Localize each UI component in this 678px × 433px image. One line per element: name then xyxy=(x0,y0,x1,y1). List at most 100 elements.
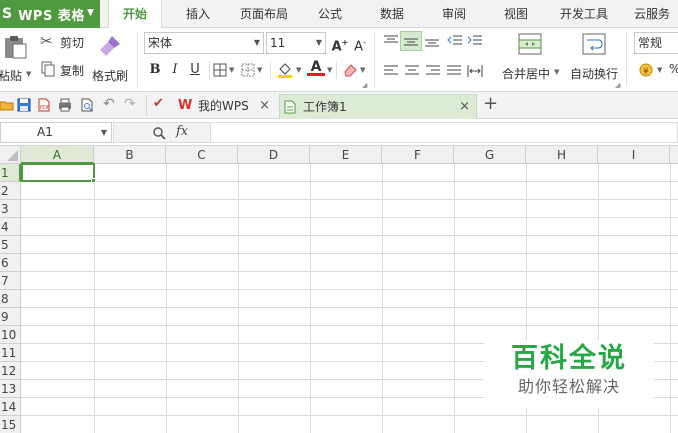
chevron-down-icon[interactable]: ▼ xyxy=(257,66,262,74)
merge-center-button[interactable]: 合并居中 ▼ xyxy=(498,30,562,88)
chevron-down-icon[interactable]: ▼ xyxy=(296,66,301,74)
formula-input[interactable] xyxy=(211,122,678,143)
row-header-13[interactable]: 13 xyxy=(0,380,21,398)
row-header-1[interactable]: 1 xyxy=(0,164,21,182)
tab-formulas[interactable]: 公式 xyxy=(306,0,354,28)
column-header-h[interactable]: H xyxy=(526,146,598,164)
justify-icon[interactable] xyxy=(446,64,462,78)
doc-tab-workbook1[interactable]: 工作簿1 × xyxy=(279,94,477,119)
chevron-down-icon[interactable]: ▼ xyxy=(229,66,234,74)
redo-icon[interactable]: ↷ xyxy=(124,96,136,112)
align-top-icon[interactable] xyxy=(383,34,399,48)
decrease-indent-icon[interactable] xyxy=(447,34,463,48)
currency-icon[interactable]: ¥ xyxy=(637,62,655,78)
undo-icon[interactable]: ↶ xyxy=(103,96,115,112)
font-size-select[interactable]: 11 ▼ xyxy=(266,32,326,54)
watermark-subtitle: 助你轻松解决 xyxy=(517,377,620,396)
clear-format-icon[interactable] xyxy=(342,62,358,78)
app-menu-button[interactable]: S WPS 表格 ▼ xyxy=(0,0,100,28)
row-header-15[interactable]: 15 xyxy=(0,416,21,433)
row-header-6[interactable]: 6 xyxy=(0,254,21,272)
customize-toolbar-icon[interactable]: ✔ xyxy=(153,96,164,111)
cut-button[interactable]: ✂ 剪切 xyxy=(40,32,90,52)
watermark: 百科全说 助你轻松解决 xyxy=(484,340,654,408)
wrap-text-button[interactable]: 自动换行 xyxy=(566,30,622,88)
number-format-select[interactable]: 常规 xyxy=(634,32,678,54)
column-header-g[interactable]: G xyxy=(454,146,526,164)
chevron-down-icon[interactable]: ▼ xyxy=(101,123,107,142)
export-pdf-icon[interactable]: PDF xyxy=(37,98,51,112)
increase-font-size-icon[interactable]: A+ xyxy=(331,34,349,54)
cell-style-icon[interactable] xyxy=(241,63,255,77)
dialog-launcher-icon[interactable]: ◢ xyxy=(615,81,620,89)
name-box[interactable]: A1 ▼ xyxy=(0,122,112,143)
scissors-icon: ✂ xyxy=(40,32,53,50)
gridline xyxy=(21,199,678,200)
doc-tab-my-wps[interactable]: W 我的WPS × xyxy=(176,94,276,119)
font-color-icon[interactable]: A xyxy=(307,59,325,79)
tab-view[interactable]: 视图 xyxy=(492,0,540,28)
row-header-3[interactable]: 3 xyxy=(0,200,21,218)
italic-button[interactable]: I xyxy=(166,61,184,79)
tab-developer[interactable]: 开发工具 xyxy=(552,0,616,28)
column-header-partial[interactable] xyxy=(670,146,678,164)
format-painter-button[interactable]: 格式刷 xyxy=(92,32,130,88)
row-header-5[interactable]: 5 xyxy=(0,236,21,254)
percent-button[interactable]: % xyxy=(669,62,678,76)
print-preview-icon[interactable] xyxy=(80,98,94,112)
tab-home[interactable]: 开始 xyxy=(108,0,162,29)
tab-data[interactable]: 数据 xyxy=(368,0,416,28)
distributed-align-icon[interactable] xyxy=(467,64,483,78)
open-folder-icon[interactable] xyxy=(0,98,14,112)
column-header-e[interactable]: E xyxy=(310,146,382,164)
select-all-button[interactable] xyxy=(0,146,21,164)
column-header-f[interactable]: F xyxy=(382,146,454,164)
row-header-12[interactable]: 12 xyxy=(0,362,21,380)
column-header-b[interactable]: B xyxy=(94,146,166,164)
align-middle-button[interactable] xyxy=(400,31,422,51)
row-header-9[interactable]: 9 xyxy=(0,308,21,326)
active-cell-a1[interactable] xyxy=(21,163,95,182)
tab-cloud-service[interactable]: 云服务 xyxy=(626,0,678,28)
chevron-down-icon[interactable]: ▼ xyxy=(360,66,365,74)
fill-handle[interactable] xyxy=(91,178,96,183)
search-icon[interactable] xyxy=(152,126,166,140)
row-header-7[interactable]: 7 xyxy=(0,272,21,290)
column-header-i[interactable]: I xyxy=(598,146,670,164)
save-icon[interactable] xyxy=(17,98,31,112)
underline-button[interactable]: U xyxy=(186,61,204,79)
dialog-launcher-icon[interactable]: ◢ xyxy=(362,81,367,89)
bold-button[interactable]: B xyxy=(146,61,164,79)
row-header-11[interactable]: 11 xyxy=(0,344,21,362)
close-icon[interactable]: × xyxy=(259,94,270,118)
merge-center-label: 合并居中 xyxy=(502,67,551,81)
column-header-c[interactable]: C xyxy=(166,146,238,164)
tab-page-layout[interactable]: 页面布局 xyxy=(232,0,296,28)
print-icon[interactable] xyxy=(58,98,72,112)
align-center-icon[interactable] xyxy=(404,64,420,78)
copy-button[interactable]: 复制 xyxy=(40,60,90,80)
tab-insert[interactable]: 插入 xyxy=(172,0,224,28)
align-right-icon[interactable] xyxy=(425,64,441,78)
column-header-a[interactable]: A xyxy=(21,146,94,164)
chevron-down-icon[interactable]: ▼ xyxy=(327,66,332,74)
border-icon[interactable] xyxy=(213,63,227,77)
row-header-10[interactable]: 10 xyxy=(0,326,21,344)
font-name-select[interactable]: 宋体 ▼ xyxy=(144,32,264,54)
close-icon[interactable]: × xyxy=(459,95,470,119)
align-bottom-icon[interactable] xyxy=(424,34,440,48)
align-left-icon[interactable] xyxy=(383,64,399,78)
chevron-down-icon[interactable]: ▼ xyxy=(657,66,662,74)
row-header-4[interactable]: 4 xyxy=(0,218,21,236)
row-header-2[interactable]: 2 xyxy=(0,182,21,200)
row-header-8[interactable]: 8 xyxy=(0,290,21,308)
row-header-14[interactable]: 14 xyxy=(0,398,21,416)
new-tab-icon[interactable]: + xyxy=(483,93,498,114)
insert-function-icon[interactable]: fx xyxy=(176,124,188,139)
decrease-font-size-icon[interactable]: A- xyxy=(351,34,369,54)
increase-indent-icon[interactable] xyxy=(467,34,483,48)
column-header-d[interactable]: D xyxy=(238,146,310,164)
tab-review[interactable]: 审阅 xyxy=(430,0,478,28)
paste-button[interactable]: 粘贴 ▼ xyxy=(0,32,34,88)
fill-color-icon[interactable] xyxy=(276,61,294,79)
